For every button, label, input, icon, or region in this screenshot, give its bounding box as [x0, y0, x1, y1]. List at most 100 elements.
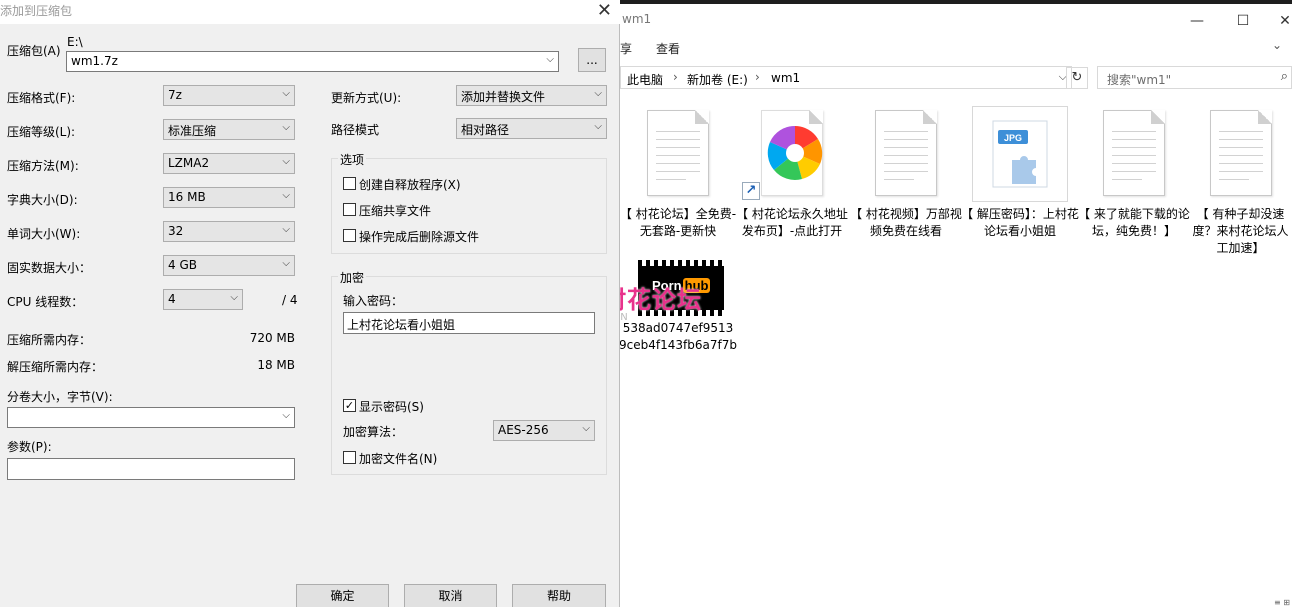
dialog-titlebar: 添加到压缩包 ✕: [0, 0, 620, 24]
cancel-button[interactable]: 取消: [404, 584, 497, 607]
file-item[interactable]: 【 有种子却没速度？来村花论坛人工加速】: [1189, 106, 1292, 257]
password-label: 输入密码：: [343, 294, 404, 308]
encrypt-method-label: 加密算法：: [343, 425, 404, 439]
encryption-group: 加密 输入密码： 上村花论坛看小姐姐 ✓ 显示密码(S) 加密算法： AES-2…: [331, 269, 607, 475]
document-icon: [630, 106, 726, 202]
refresh-icon[interactable]: ↻: [1066, 67, 1088, 89]
level-select[interactable]: 标准压缩 ⌵: [163, 119, 295, 140]
browser-shortcut-icon: ↗: [742, 106, 840, 202]
breadcrumb-drive[interactable]: 新加卷 (E:): [687, 71, 748, 88]
add-to-archive-dialog: 添加到压缩包 ✕ 压缩包(A) E:\ wm1.7z ⌵ ... 压缩格式(F)…: [0, 0, 620, 607]
close-icon[interactable]: ✕: [597, 0, 612, 21]
cpu-label: CPU 线程数：: [7, 295, 84, 309]
ribbon-expand-icon[interactable]: ⌄: [1272, 38, 1282, 52]
breadcrumb-separator-icon[interactable]: ›: [755, 70, 760, 84]
minimize-icon[interactable]: —: [1174, 8, 1220, 34]
password-input[interactable]: 上村花论坛看小姐姐: [343, 312, 595, 334]
path-mode-select[interactable]: 相对路径 ⌵: [456, 118, 607, 139]
file-item[interactable]: 【 村花视频】万部视频免费在线看: [847, 106, 965, 240]
dict-value: 16 MB: [168, 190, 206, 204]
sfx-label: 创建自释放程序(X): [359, 178, 461, 192]
explorer-ribbon: 享 查看 ⌄: [620, 34, 1292, 62]
solid-value: 4 GB: [168, 258, 197, 272]
help-button[interactable]: 帮助: [512, 584, 606, 607]
file-item[interactable]: ↗ 【 村花论坛永久地址发布页】-点此打开: [733, 106, 851, 240]
method-label: 压缩方法(M):: [7, 159, 79, 173]
path-mode-label: 路径模式: [331, 123, 380, 137]
encrypt-method-select[interactable]: AES-256 ⌵: [493, 420, 595, 441]
file-item[interactable]: 【 村花论坛】全免费-无套路-更新快: [619, 106, 737, 240]
shared-files-label: 压缩共享文件: [359, 204, 432, 218]
search-input[interactable]: 搜索"wm1" ⌕: [1097, 66, 1292, 89]
chevron-down-icon: ⌵: [282, 156, 290, 167]
breadcrumb-this-pc[interactable]: 此电脑: [627, 71, 663, 88]
breadcrumb-separator-icon[interactable]: ›: [673, 70, 678, 84]
checkbox-unchecked-icon: [343, 229, 356, 242]
word-label: 单词大小(W):: [7, 227, 81, 241]
file-name: 【 村花论坛永久地址发布页】-点此打开: [736, 207, 848, 238]
file-item[interactable]: JPG 【 解压密码】：上村花论坛看小姐姐: [961, 106, 1079, 240]
update-label: 更新方式(U):: [331, 91, 402, 105]
file-name: 【 村花视频】万部视频免费在线看: [850, 207, 962, 238]
password-value: 上村花论坛看小姐姐: [347, 318, 456, 332]
update-select[interactable]: 添加并替换文件 ⌵: [456, 85, 607, 106]
archive-name-value: wm1.7z: [71, 54, 118, 68]
path-mode-value: 相对路径: [461, 123, 510, 137]
search-placeholder: 搜索"wm1": [1107, 73, 1172, 87]
options-group-title: 选项: [338, 151, 367, 168]
params-input[interactable]: [7, 458, 295, 480]
dict-label: 字典大小(D):: [7, 193, 78, 207]
document-icon: [1086, 106, 1182, 202]
chevron-down-icon: ⌵: [546, 54, 554, 65]
browse-button[interactable]: ...: [578, 48, 606, 72]
jpg-badge-text: JPG: [1004, 133, 1022, 143]
tab-share[interactable]: 享: [620, 40, 632, 57]
chevron-down-icon: ⌵: [282, 224, 290, 235]
volume-combo[interactable]: ⌵: [7, 407, 295, 428]
close-icon[interactable]: ✕: [1262, 8, 1292, 34]
solid-select[interactable]: 4 GB ⌵: [163, 255, 295, 276]
ok-button[interactable]: 确定: [296, 584, 389, 607]
archive-label: 压缩包(A): [7, 44, 61, 58]
solid-label: 固实数据大小：: [7, 261, 92, 275]
encryption-group-title: 加密: [338, 269, 367, 286]
chevron-down-icon: ⌵: [282, 190, 290, 201]
word-select[interactable]: 32 ⌵: [163, 221, 295, 242]
chevron-down-icon: ⌵: [594, 88, 602, 99]
mem-comp-value: 720 MB: [249, 331, 295, 345]
cpu-select[interactable]: 4 ⌵: [163, 289, 243, 310]
archive-path: E:\: [67, 35, 83, 49]
level-label: 压缩等级(L):: [7, 125, 76, 139]
options-group: 选项 创建自释放程序(X) 压缩共享文件 操作完成后删除源文件: [331, 151, 607, 254]
explorer-title: wm1: [622, 12, 652, 26]
mem-decomp-value: 18 MB: [257, 358, 295, 372]
file-name: 【 来了就能下载的论坛，纯免费！】: [1078, 207, 1190, 238]
view-toggle-icon[interactable]: ≡ ⊞: [1274, 598, 1290, 607]
tab-view[interactable]: 查看: [656, 40, 680, 57]
dict-select[interactable]: 16 MB ⌵: [163, 187, 295, 208]
file-name: 【 有种子却没速度？来村花论坛人工加速】: [1192, 207, 1289, 255]
checkbox-checked-icon: ✓: [343, 399, 356, 412]
file-item[interactable]: 【 来了就能下载的论坛，纯免费！】: [1075, 106, 1193, 240]
document-icon: [858, 106, 954, 202]
shortcut-arrow-icon: ↗: [742, 182, 760, 200]
method-select[interactable]: LZMA2 ⌵: [163, 153, 295, 174]
cpu-value: 4: [168, 292, 176, 306]
volume-label: 分卷大小，字节(V):: [7, 390, 113, 404]
format-label: 压缩格式(F):: [7, 91, 76, 105]
chevron-down-icon: ⌵: [282, 258, 290, 269]
archive-name-combo[interactable]: wm1.7z ⌵: [66, 51, 559, 72]
cpu-total: / 4: [282, 293, 298, 307]
delete-after-label: 操作完成后删除源文件: [359, 230, 480, 244]
maximize-icon[interactable]: ☐: [1220, 8, 1266, 34]
breadcrumb-folder[interactable]: wm1: [771, 71, 800, 85]
checkbox-unchecked-icon: [343, 451, 356, 464]
format-select[interactable]: 7z ⌵: [163, 85, 295, 106]
chevron-down-icon: ⌵: [282, 410, 290, 421]
encrypt-method-value: AES-256: [498, 423, 549, 437]
chevron-down-icon: ⌵: [282, 88, 290, 99]
dialog-title: 添加到压缩包: [0, 4, 73, 18]
chevron-down-icon: ⌵: [230, 292, 238, 303]
method-value: LZMA2: [168, 156, 210, 170]
address-bar[interactable]: 此电脑 › 新加卷 (E:) › wm1 ⌵: [620, 66, 1072, 89]
